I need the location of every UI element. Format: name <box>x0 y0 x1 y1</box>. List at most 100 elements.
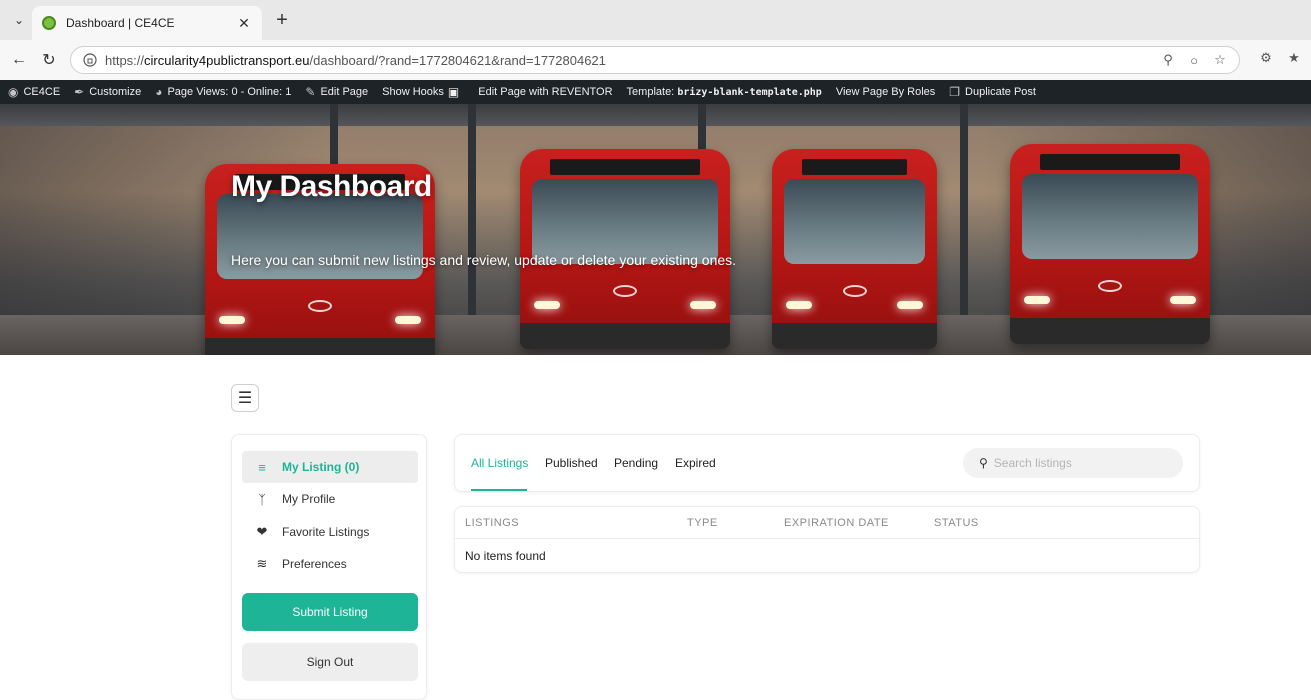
bus-image <box>1010 144 1210 344</box>
list-icon: ≡ <box>258 459 266 475</box>
bus-headlight <box>1170 296 1196 304</box>
admin-edit-page[interactable]: ✎ Edit Page <box>305 85 368 99</box>
bus-image <box>520 149 730 349</box>
bus-sign <box>1040 154 1180 170</box>
dashboard-icon: ◉ <box>8 85 19 99</box>
admin-template[interactable]: Template: brizy-blank-template.php <box>627 86 822 98</box>
admin-page-views-label: Page Views: 0 - Online: 1 <box>167 86 292 98</box>
sidebar-item-favorite-listings[interactable]: ❤ Favorite Listings <box>242 516 418 548</box>
favorite-star-icon[interactable]: ☆ <box>1211 51 1229 69</box>
column-header-type[interactable]: TYPE <box>687 517 718 529</box>
admin-site-label: CE4CE <box>23 86 61 98</box>
search-input[interactable] <box>993 456 1164 470</box>
back-arrow-icon[interactable]: ← <box>8 49 30 71</box>
hamburger-icon: ☰ <box>237 390 253 407</box>
tab-pending[interactable]: Pending <box>614 456 658 470</box>
browser-tab[interactable]: Dashboard | CE4CE ✕ <box>32 6 262 40</box>
reload-icon[interactable]: ↻ <box>38 49 60 71</box>
bus-headlight <box>395 316 421 324</box>
favorites-list-icon[interactable]: ★ <box>1285 49 1303 67</box>
zoom-icon[interactable]: ⚲ <box>1159 51 1177 69</box>
sign-out-button[interactable]: Sign Out <box>242 643 418 681</box>
bus-headlight <box>690 301 716 309</box>
dashboard-sidebar: ≡ My Listing (0) ᛉ My Profile ❤ Favorite… <box>231 434 427 700</box>
pencil-icon: ✎ <box>305 85 316 99</box>
new-tab-icon[interactable]: + <box>270 8 294 32</box>
url-host: circularity4publictransport.eu <box>144 53 310 68</box>
admin-template-file: brizy-blank-template.php <box>677 86 822 98</box>
sidebar-item-label: Preferences <box>282 557 347 571</box>
sidebar-item-label: My Profile <box>282 492 336 506</box>
listing-filter-bar: All Listings Published Pending Expired ⚲ <box>454 434 1200 492</box>
admin-view-by-roles-label: View Page By Roles <box>835 86 936 98</box>
lock-icon: ▣ <box>447 85 460 99</box>
column-header-status[interactable]: STATUS <box>934 517 979 529</box>
active-tab-indicator <box>471 489 527 491</box>
admin-template-label: Template: <box>626 86 675 98</box>
column-header-listings[interactable]: LISTINGS <box>465 517 519 529</box>
bus-bumper <box>1010 318 1210 344</box>
search-icon: ⚲ <box>979 456 988 470</box>
url-prefix: https:// <box>105 53 145 68</box>
heart-icon: ❤ <box>256 524 268 539</box>
listings-table: LISTINGS TYPE EXPIRATION DATE STATUS No … <box>454 506 1200 573</box>
sidebar-item-preferences[interactable]: ≋ Preferences <box>242 548 418 580</box>
admin-edit-reventor[interactable]: Edit Page with REVENTOR <box>478 86 612 98</box>
admin-edit-page-label: Edit Page <box>320 86 369 98</box>
bus-window <box>1022 174 1198 259</box>
user-icon: ᛉ <box>258 491 266 507</box>
tab-all-listings[interactable]: All Listings <box>471 456 528 470</box>
search-box[interactable]: ⚲ <box>963 448 1183 478</box>
admin-page-views[interactable]: ◕ Page Views: 0 - Online: 1 <box>155 85 291 99</box>
sidebar-item-my-profile[interactable]: ᛉ My Profile <box>242 483 418 515</box>
bus-sign <box>802 159 907 175</box>
address-bar[interactable]: https://circularity4publictransport.eu/d… <box>70 46 1240 74</box>
bus-bumper <box>205 338 435 355</box>
admin-customize-label: Customize <box>89 86 142 98</box>
submit-listing-button[interactable]: Submit Listing <box>242 593 418 631</box>
column-header-expiration-date[interactable]: EXPIRATION DATE <box>784 517 889 529</box>
bus-headlight <box>534 301 560 309</box>
bus-logo-icon <box>308 300 332 312</box>
close-tab-icon[interactable]: ✕ <box>236 15 252 32</box>
bus-window <box>784 179 925 264</box>
sliders-icon: ≋ <box>256 556 268 571</box>
sidebar-item-label: My Listing (0) <box>282 460 360 474</box>
tab-title: Dashboard | CE4CE <box>66 16 175 30</box>
duplicate-icon: ❐ <box>949 85 961 99</box>
bus-logo-icon <box>842 285 867 297</box>
url-path: /dashboard/?rand=1772804621&rand=1772804… <box>309 53 606 68</box>
admin-site-name[interactable]: ◉ CE4CE <box>8 85 60 99</box>
tab-expired[interactable]: Expired <box>675 456 716 470</box>
station-canopy <box>0 104 1311 126</box>
header-divider <box>455 538 1199 539</box>
extensions-icon[interactable]: ⚙ <box>1257 49 1275 67</box>
bus-sign <box>550 159 700 175</box>
admin-duplicate-post[interactable]: ❐ Duplicate Post <box>949 85 1036 99</box>
site-info-icon[interactable] <box>83 53 97 67</box>
brush-icon: ✒ <box>74 85 85 99</box>
bus-bumper <box>520 323 730 349</box>
bus-bumper <box>772 323 937 349</box>
browser-tab-bar: ⌄ Dashboard | CE4CE ✕ + <box>0 0 1311 40</box>
bus-headlight <box>897 301 923 309</box>
browser-nav-bar: ← ↻ https://circularity4publictransport.… <box>0 40 1311 80</box>
wp-admin-bar: ◉ CE4CE ✒ Customize ◕ Page Views: 0 - Onlin… <box>0 80 1311 104</box>
menu-toggle-button[interactable]: ☰ <box>231 384 259 412</box>
admin-show-hooks-label: Show Hooks <box>382 86 444 98</box>
admin-customize[interactable]: ✒ Customize <box>74 85 141 99</box>
admin-show-hooks[interactable]: Show Hooks ▣ <box>382 85 464 99</box>
bus-headlight <box>219 316 245 324</box>
sidebar-item-my-listing[interactable]: ≡ My Listing (0) <box>242 451 418 483</box>
empty-state-message: No items found <box>465 549 546 563</box>
admin-view-by-roles[interactable]: View Page By Roles <box>836 86 935 98</box>
sidebar-item-label: Favorite Listings <box>282 525 370 539</box>
bus-logo-icon <box>1098 280 1122 292</box>
site-favicon-icon <box>42 16 56 30</box>
reader-icon[interactable]: ○ <box>1185 51 1203 69</box>
tab-published[interactable]: Published <box>545 456 598 470</box>
page-title: My Dashboard <box>231 170 432 203</box>
bus-logo-icon <box>613 285 637 297</box>
bus-headlight <box>786 301 812 309</box>
tab-list-chevron-icon[interactable]: ⌄ <box>8 9 30 31</box>
